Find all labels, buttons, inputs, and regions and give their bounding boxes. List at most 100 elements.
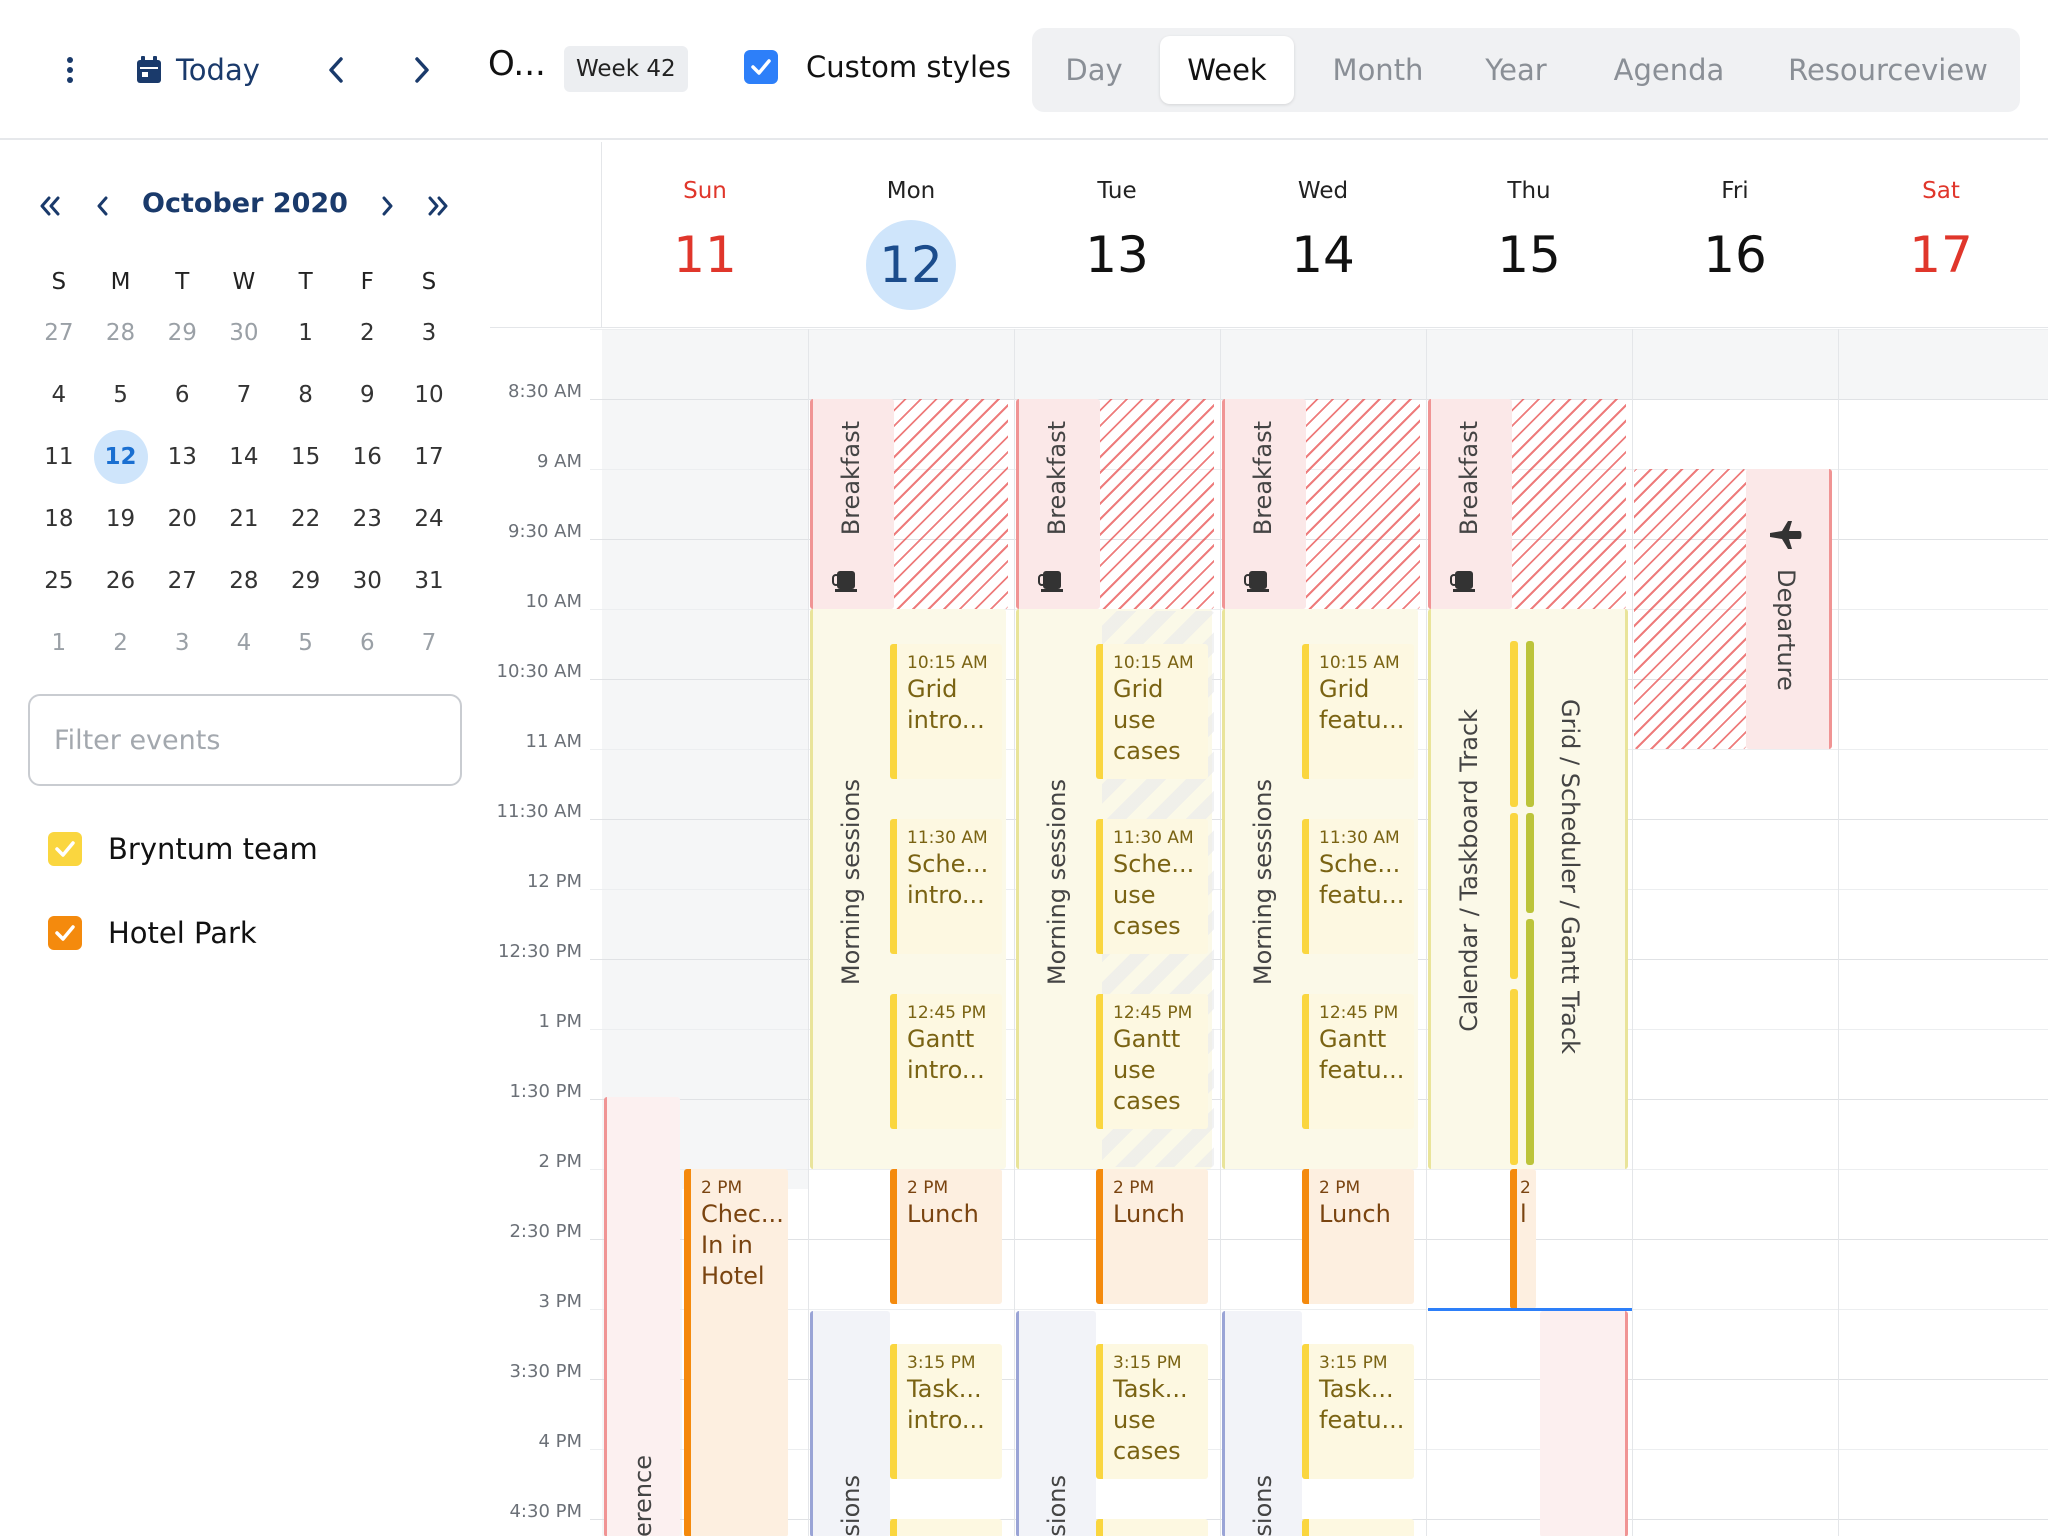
view-week-button[interactable]: Week xyxy=(1160,36,1294,104)
mini-calendar-day[interactable]: 12 xyxy=(90,430,152,484)
event-calendar-taskboard-track[interactable]: Calendar / Taskboard Track xyxy=(1428,609,1514,1169)
mini-calendar-day[interactable]: 18 xyxy=(28,506,90,532)
mini-calendar-day[interactable]: 26 xyxy=(90,568,152,594)
event-lunch[interactable]: 2 PM Lunch xyxy=(1096,1169,1208,1304)
mini-calendar-day[interactable]: 28 xyxy=(213,568,275,594)
event-afternoon-sessions[interactable]: sions xyxy=(1222,1311,1302,1536)
mini-calendar-day[interactable]: 20 xyxy=(151,506,213,532)
day-header-fri[interactable]: Fri 16 xyxy=(1632,142,1838,328)
day-header-tue[interactable]: Tue 13 xyxy=(1014,142,1220,328)
event-session[interactable] xyxy=(1096,1519,1208,1536)
next-year-button[interactable] xyxy=(418,186,458,226)
event-session[interactable]: 10:15 AM Grid use cases xyxy=(1096,644,1208,779)
view-year-button[interactable]: Year xyxy=(1458,36,1574,104)
mini-calendar-day[interactable]: 3 xyxy=(398,320,460,346)
event-breakfast[interactable]: Breakfast xyxy=(1016,399,1100,609)
day-header-thu[interactable]: Thu 15 xyxy=(1426,142,1632,328)
mini-calendar-day[interactable]: 30 xyxy=(213,320,275,346)
event-sliver[interactable] xyxy=(1510,641,1518,807)
mini-calendar-day[interactable]: 1 xyxy=(275,320,337,346)
mini-calendar-day[interactable]: 1 xyxy=(28,630,90,656)
custom-styles-checkbox[interactable]: Custom styles xyxy=(744,50,1011,84)
day-header-mon[interactable]: Mon 12 xyxy=(808,142,1014,328)
mini-calendar-day[interactable]: 5 xyxy=(90,382,152,408)
mini-calendar-day[interactable]: 5 xyxy=(275,630,337,656)
mini-calendar-day[interactable]: 10 xyxy=(398,382,460,408)
mini-calendar-day[interactable]: 27 xyxy=(151,568,213,594)
mini-calendar-day[interactable]: 8 xyxy=(275,382,337,408)
previous-year-button[interactable] xyxy=(30,186,70,226)
mini-calendar-day[interactable]: 4 xyxy=(28,382,90,408)
mini-calendar-day[interactable]: 7 xyxy=(213,382,275,408)
mini-calendar-day[interactable]: 14 xyxy=(213,444,275,470)
view-month-button[interactable]: Month xyxy=(1308,36,1448,104)
resource-filter-bryntum-team[interactable]: Bryntum team xyxy=(48,832,318,866)
mini-calendar-day[interactable]: 23 xyxy=(336,506,398,532)
event-lunch[interactable]: 2 PM Lunch xyxy=(1302,1169,1414,1304)
event-session[interactable] xyxy=(890,1519,1002,1536)
next-button[interactable] xyxy=(402,46,442,94)
event-session[interactable]: 11:30 AM Sche... featu... xyxy=(1302,819,1414,954)
today-button[interactable]: Today xyxy=(136,44,260,96)
event-session[interactable]: 10:15 AM Grid featu... xyxy=(1302,644,1414,779)
event-session[interactable] xyxy=(1302,1519,1414,1536)
event-lunch[interactable]: 2 PM Lunch xyxy=(890,1169,1002,1304)
event-sliver[interactable] xyxy=(1526,919,1534,1165)
day-header-sun[interactable]: Sun 11 xyxy=(602,142,808,328)
mini-calendar-day[interactable]: 3 xyxy=(151,630,213,656)
event-session[interactable]: 12:45 PM Gantt use cases xyxy=(1096,994,1208,1129)
mini-calendar-day[interactable]: 29 xyxy=(275,568,337,594)
event-session[interactable]: 12:45 PM Gantt intro... xyxy=(890,994,1002,1129)
mini-calendar-day[interactable]: 9 xyxy=(336,382,398,408)
event-session[interactable]: 3:15 PM Task... featu... xyxy=(1302,1344,1414,1479)
event-afternoon-sessions[interactable]: sions xyxy=(810,1311,890,1536)
event-sliver[interactable] xyxy=(1510,813,1518,979)
event-session[interactable]: 11:30 AM Sche... intro... xyxy=(890,819,1002,954)
mini-calendar-day[interactable]: 30 xyxy=(336,568,398,594)
mini-calendar-day[interactable]: 13 xyxy=(151,444,213,470)
event-sliver[interactable] xyxy=(1526,641,1534,807)
event-lunch[interactable]: 2 l xyxy=(1510,1169,1536,1309)
mini-calendar-day[interactable]: 15 xyxy=(275,444,337,470)
event-breakfast[interactable]: Breakfast xyxy=(1222,399,1306,609)
event-breakfast[interactable]: Breakfast xyxy=(810,399,894,609)
event-afternoon[interactable] xyxy=(1540,1311,1628,1536)
event-sliver[interactable] xyxy=(1526,813,1534,913)
event-check-in[interactable]: 2 PM Chec... In in Hotel xyxy=(684,1169,788,1536)
event-conference[interactable]: erence xyxy=(604,1097,680,1536)
mini-calendar-day[interactable]: 22 xyxy=(275,506,337,532)
event-session[interactable]: 11:30 AM Sche... use cases xyxy=(1096,819,1208,954)
event-session[interactable]: 10:15 AM Grid intro... xyxy=(890,644,1002,779)
day-header-sat[interactable]: Sat 17 xyxy=(1838,142,2044,328)
event-session[interactable]: 3:15 PM Task... intro... xyxy=(890,1344,1002,1479)
mini-calendar-day[interactable]: 19 xyxy=(90,506,152,532)
event-session[interactable]: 12:45 PM Gantt featu... xyxy=(1302,994,1414,1129)
mini-calendar-day[interactable]: 29 xyxy=(151,320,213,346)
event-departure[interactable]: Departure xyxy=(1746,469,1832,749)
next-month-button[interactable] xyxy=(368,186,408,226)
mini-calendar-day[interactable]: 17 xyxy=(398,444,460,470)
mini-calendar-day[interactable]: 11 xyxy=(28,444,90,470)
event-session[interactable]: 3:15 PM Task... use cases xyxy=(1096,1344,1208,1479)
mini-calendar-day[interactable]: 27 xyxy=(28,320,90,346)
view-resourceview-button[interactable]: Resourceview xyxy=(1766,36,2010,104)
mini-calendar-day[interactable]: 6 xyxy=(336,630,398,656)
mini-calendar-day[interactable]: 28 xyxy=(90,320,152,346)
resource-filter-hotel-park[interactable]: Hotel Park xyxy=(48,916,257,950)
mini-calendar-day[interactable]: 7 xyxy=(398,630,460,656)
menu-button[interactable] xyxy=(50,46,90,94)
mini-calendar-day[interactable]: 21 xyxy=(213,506,275,532)
event-sliver[interactable] xyxy=(1510,989,1518,1165)
mini-calendar-day[interactable]: 4 xyxy=(213,630,275,656)
mini-calendar-day[interactable]: 24 xyxy=(398,506,460,532)
filter-events-input[interactable] xyxy=(28,694,462,786)
mini-calendar-day[interactable]: 16 xyxy=(336,444,398,470)
view-agenda-button[interactable]: Agenda xyxy=(1584,36,1754,104)
day-header-wed[interactable]: Wed 14 xyxy=(1220,142,1426,328)
previous-month-button[interactable] xyxy=(82,186,122,226)
event-breakfast[interactable]: Breakfast xyxy=(1428,399,1512,609)
mini-calendar-day[interactable]: 2 xyxy=(336,320,398,346)
event-afternoon-sessions[interactable]: sions xyxy=(1016,1311,1096,1536)
view-day-button[interactable]: Day xyxy=(1040,36,1148,104)
mini-calendar-day[interactable]: 25 xyxy=(28,568,90,594)
